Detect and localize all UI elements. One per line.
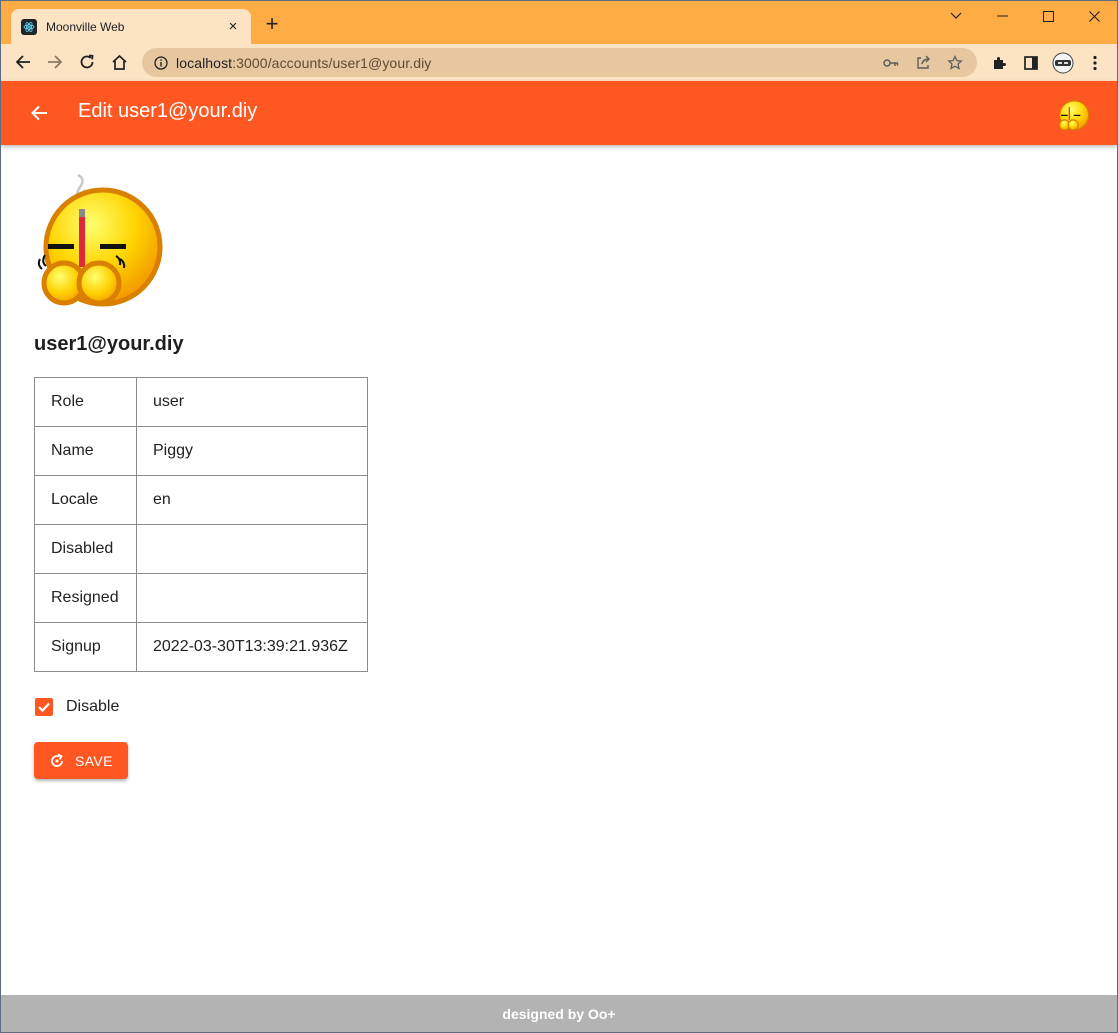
browser-tab[interactable]: Moonville Web × [11, 9, 251, 44]
browser-toolbar: localhost:3000/accounts/user1@your.diy [1, 44, 1117, 81]
more-menu-icon[interactable] [1079, 47, 1111, 79]
account-email-heading: user1@your.diy [34, 333, 184, 355]
new-tab-button[interactable]: + [262, 13, 282, 35]
row-key: Locale [34, 475, 137, 525]
row-key: Signup [34, 622, 137, 672]
omnibox-actions [875, 48, 977, 77]
row-key: Resigned [34, 573, 137, 623]
url-text: localhost:3000/accounts/user1@your.diy [176, 55, 875, 71]
refresh-icon [48, 752, 66, 770]
account-avatar [36, 173, 166, 307]
disable-checkbox[interactable] [35, 698, 53, 716]
app-bar: Edit user1@your.diy [1, 81, 1117, 145]
tab-title: Moonville Web [46, 19, 125, 34]
table-row: Resigned [34, 573, 368, 623]
row-value: Piggy [136, 426, 368, 476]
row-value [136, 573, 368, 623]
account-info-table: Role user Name Piggy Locale en Disabled Resigne… [34, 377, 368, 672]
window-controls [933, 1, 1117, 31]
footer-text: designed by Oo+ [502, 1006, 616, 1022]
row-key: Role [34, 377, 137, 427]
disable-checkbox-row[interactable]: Disable [34, 698, 368, 716]
footer: designed by Oo+ [1, 995, 1117, 1032]
react-favicon-icon [21, 18, 37, 35]
bookmark-star-icon[interactable] [939, 48, 971, 77]
browser-window: Moonville Web × + localhost:3000/account… [0, 0, 1118, 1033]
address-bar[interactable]: localhost:3000/accounts/user1@your.diy [142, 48, 977, 77]
browser-forward-icon[interactable] [39, 46, 71, 78]
row-value [136, 524, 368, 574]
save-button-label: SAVE [75, 752, 113, 769]
row-value: 2022-03-30T13:39:21.936Z [136, 622, 368, 672]
back-arrow-icon[interactable] [23, 97, 55, 129]
table-row: Locale en [34, 475, 368, 525]
tab-search-icon[interactable] [933, 1, 979, 31]
save-button[interactable]: SAVE [34, 742, 128, 779]
user-avatar-icon[interactable] [1057, 97, 1091, 131]
url-host: localhost [176, 54, 233, 71]
table-row: Disabled [34, 524, 368, 574]
reload-icon[interactable] [71, 46, 103, 78]
table-row: Role user [34, 377, 368, 427]
close-window-icon[interactable] [1071, 1, 1117, 31]
page-title: Edit user1@your.diy [78, 100, 258, 122]
row-key: Disabled [34, 524, 137, 574]
table-row: Signup 2022-03-30T13:39:21.936Z [34, 622, 368, 672]
browser-back-icon[interactable] [7, 46, 39, 78]
row-value: en [136, 475, 368, 525]
url-path: :3000/accounts/user1@your.diy [232, 54, 432, 71]
profile-avatar-icon[interactable] [1047, 47, 1079, 79]
extensions-puzzle-icon[interactable] [983, 47, 1015, 79]
side-panel-icon[interactable] [1015, 47, 1047, 79]
minimize-icon[interactable] [979, 1, 1025, 31]
disable-checkbox-label[interactable]: Disable [66, 698, 119, 716]
key-icon[interactable] [875, 48, 907, 77]
toolbar-actions [983, 47, 1111, 79]
tab-close-icon[interactable]: × [225, 18, 241, 35]
account-edit-panel: user1@your.diy Role user Name Piggy Locale en… [34, 173, 368, 779]
share-icon[interactable] [907, 48, 939, 77]
site-info-icon[interactable] [153, 55, 169, 71]
row-value: user [136, 377, 368, 427]
home-icon[interactable] [103, 46, 135, 78]
maximize-icon[interactable] [1025, 1, 1071, 31]
tab-strip: Moonville Web × + [1, 1, 1117, 44]
row-key: Name [34, 426, 137, 476]
table-row: Name Piggy [34, 426, 368, 476]
